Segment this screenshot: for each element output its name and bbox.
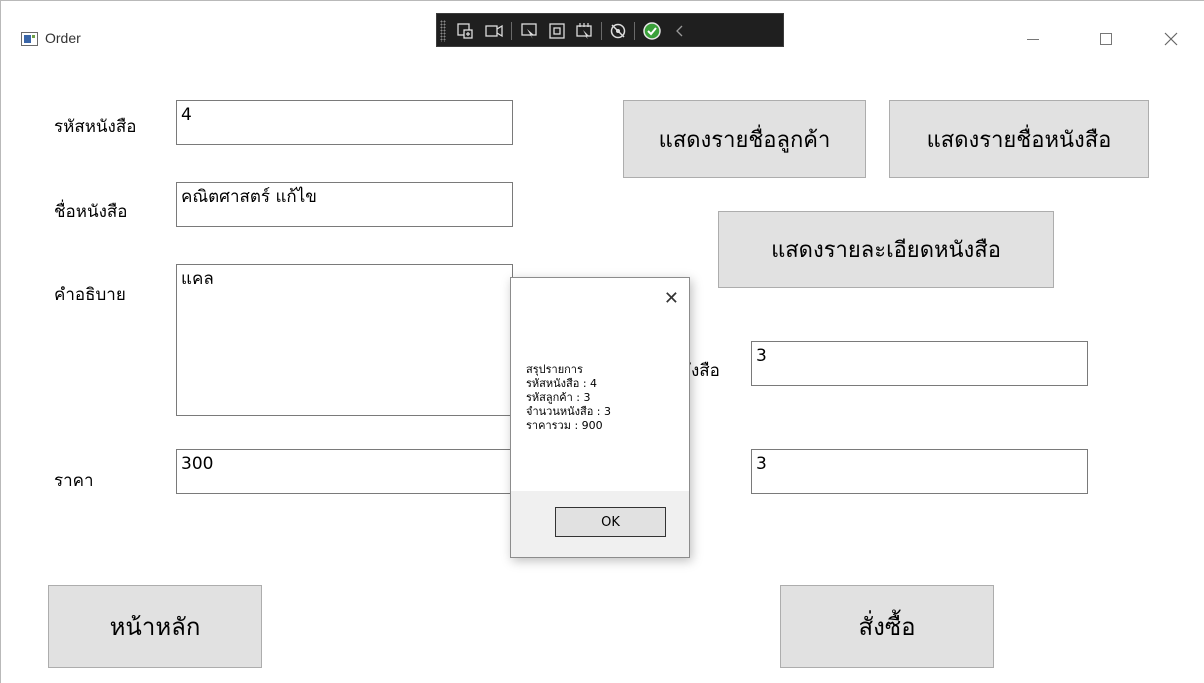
price-input[interactable]: 300 <box>176 449 513 494</box>
quantity-label: ังสือ <box>691 361 720 381</box>
track-focus-icon[interactable] <box>574 21 594 41</box>
book-id-label: รหัสหนังสือ <box>54 117 137 137</box>
window-title: Order <box>45 30 81 46</box>
quantity-input[interactable]: 3 <box>751 341 1088 386</box>
summary-dialog: ✕ สรุปรายการ รหัสหนังสือ : 4 รหัสลูกค้า … <box>510 277 690 558</box>
display-adorners-icon[interactable] <box>547 21 567 41</box>
toolbar-separator <box>634 22 635 40</box>
maximize-button[interactable] <box>1086 25 1126 53</box>
dialog-message: สรุปรายการ รหัสหนังสือ : 4 รหัสลูกค้า : … <box>526 363 611 432</box>
dialog-close-icon[interactable]: ✕ <box>664 288 679 309</box>
ok-status-icon[interactable] <box>642 21 662 41</box>
camera-icon[interactable] <box>484 21 504 41</box>
book-name-label: ชื่อหนังสือ <box>54 202 128 222</box>
show-customers-button[interactable]: แสดงรายชื่อลูกค้า <box>623 100 866 178</box>
toolbar-separator <box>601 22 602 40</box>
live-visual-tree-icon[interactable] <box>455 21 475 41</box>
minimize-icon <box>1027 38 1039 40</box>
ok-button[interactable]: OK <box>555 507 666 537</box>
description-label: คำอธิบาย <box>54 285 126 305</box>
description-textarea[interactable]: แคล <box>176 264 513 416</box>
customer-id-input[interactable]: 3 <box>751 449 1088 494</box>
app-icon <box>21 32 38 46</box>
select-element-icon[interactable] <box>519 21 539 41</box>
order-window: Order รหัสหนังสือ 4 ชื่อหนังสือ คณิตศาสต… <box>0 0 1204 683</box>
price-label: ราคา <box>54 471 94 491</box>
toolbar-separator <box>511 22 512 40</box>
minimize-button[interactable] <box>1013 25 1053 53</box>
hot-reload-icon[interactable] <box>608 21 628 41</box>
order-button[interactable]: สั่งซื้อ <box>780 585 994 668</box>
dialog-footer: OK <box>511 491 689 557</box>
debug-toolbar <box>436 13 784 47</box>
show-book-details-button[interactable]: แสดงรายละเอียดหนังสือ <box>718 211 1054 288</box>
close-icon <box>1164 32 1178 46</box>
close-button[interactable] <box>1151 25 1191 53</box>
grip-handle[interactable] <box>440 20 446 42</box>
book-id-input[interactable]: 4 <box>176 100 513 145</box>
collapse-chevron-icon[interactable] <box>670 21 690 41</box>
show-books-button[interactable]: แสดงรายชื่อหนังสือ <box>889 100 1149 178</box>
maximize-icon <box>1100 33 1112 45</box>
home-button[interactable]: หน้าหลัก <box>48 585 262 668</box>
book-name-input[interactable]: คณิตศาสตร์ แก้ไข <box>176 182 513 227</box>
